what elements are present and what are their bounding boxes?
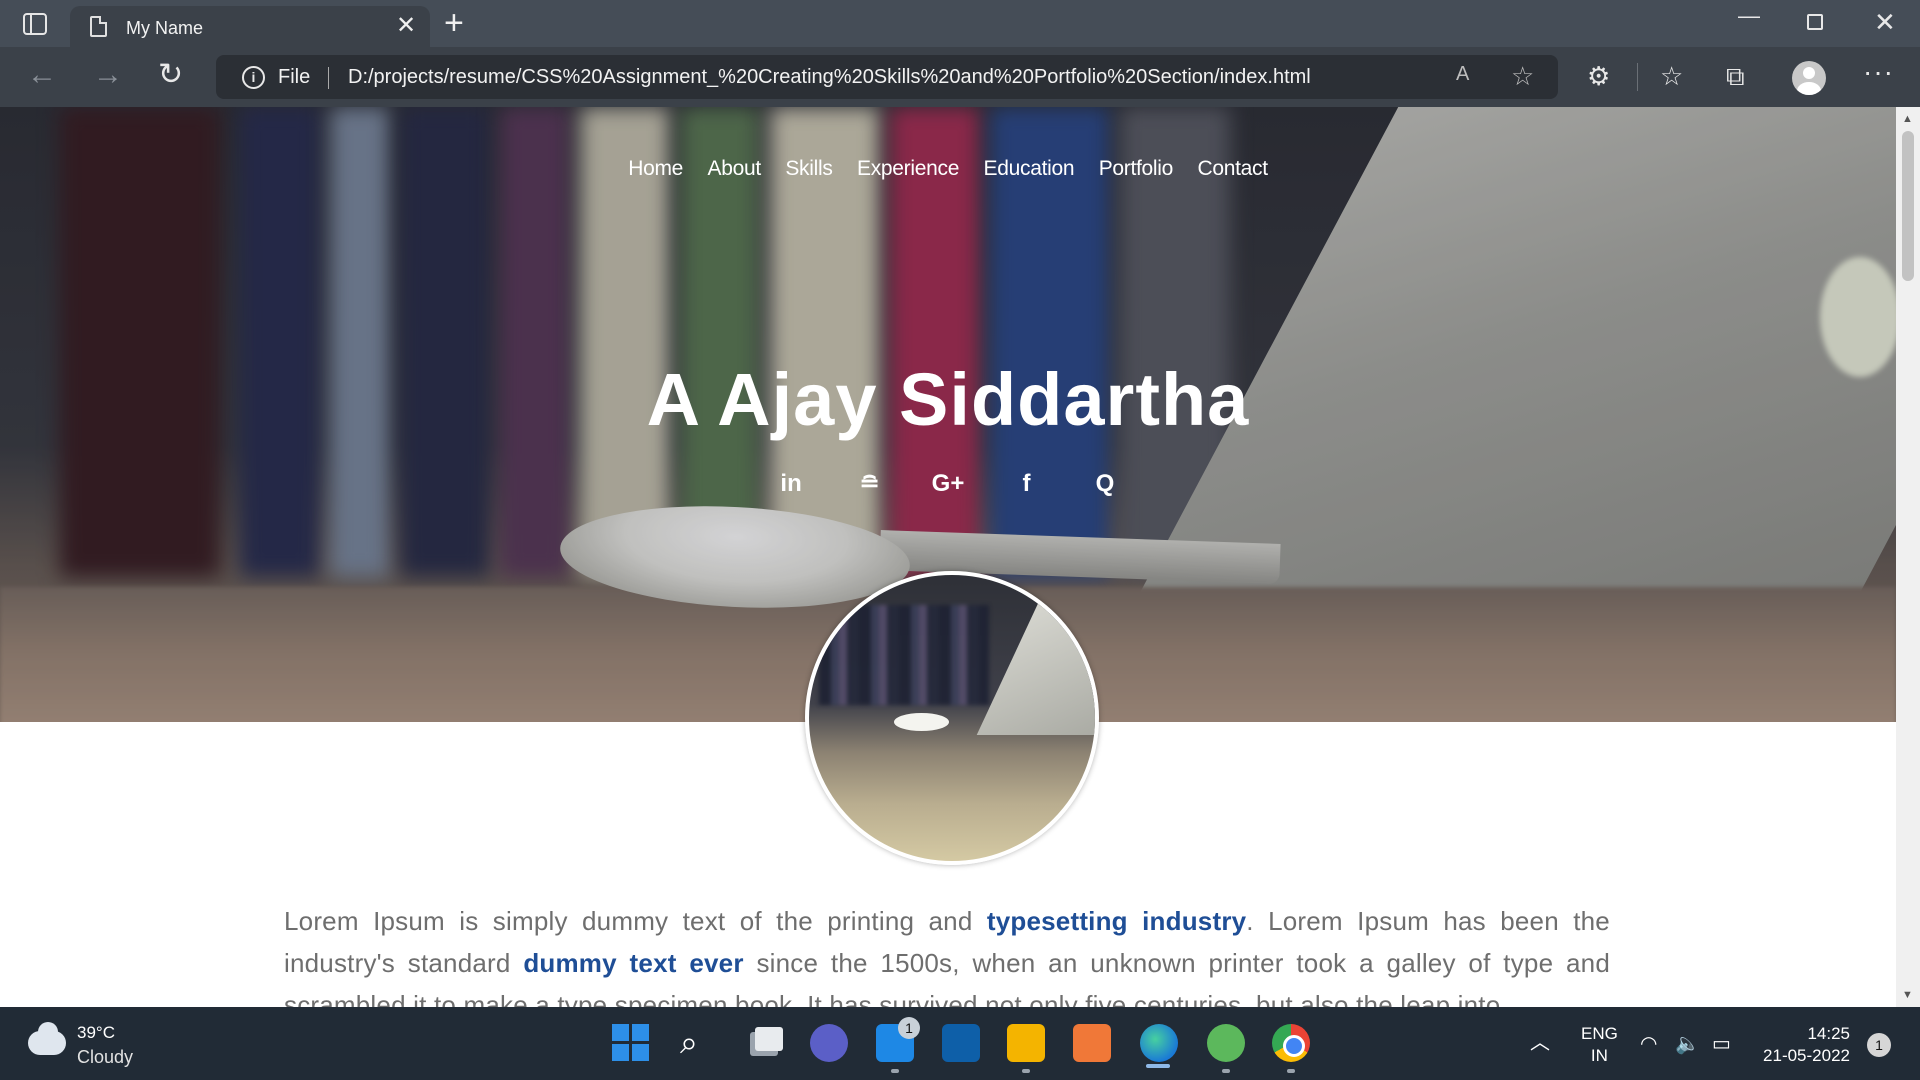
nav-home[interactable]: Home bbox=[628, 157, 683, 181]
file-explorer-icon[interactable] bbox=[1007, 1024, 1045, 1062]
language-indicator[interactable]: ENG IN bbox=[1581, 1023, 1618, 1067]
lang-region: IN bbox=[1590, 1046, 1608, 1065]
weather-temp[interactable]: 39°C bbox=[77, 1023, 115, 1043]
collections-icon[interactable]: ⧉ bbox=[1726, 61, 1745, 91]
nav-contact[interactable]: Contact bbox=[1197, 157, 1268, 181]
profile-avatar[interactable] bbox=[1792, 61, 1826, 95]
laptop-image bbox=[976, 575, 1095, 735]
running-indicator bbox=[1287, 1069, 1295, 1073]
file-label: File bbox=[278, 66, 311, 88]
nav-about[interactable]: About bbox=[708, 157, 762, 181]
bio-text: Lorem Ipsum is simply dummy text of the … bbox=[284, 906, 987, 936]
minimize-icon[interactable]: — bbox=[1738, 4, 1760, 28]
facebook-icon[interactable]: f bbox=[989, 470, 1063, 498]
remote-desktop-icon[interactable] bbox=[942, 1024, 980, 1062]
read-aloud-icon[interactable]: A bbox=[1456, 63, 1469, 86]
nav-skills[interactable]: Skills bbox=[785, 157, 833, 181]
browser-tab[interactable]: My Name ✕ bbox=[70, 6, 430, 47]
social-links: in ≘ G+ f Q bbox=[0, 469, 1896, 498]
chat-icon[interactable] bbox=[810, 1024, 848, 1062]
running-indicator bbox=[1022, 1069, 1030, 1073]
reload-icon[interactable]: ↻ bbox=[158, 60, 183, 90]
page-viewport: Home About Skills Experience Education P… bbox=[0, 107, 1896, 1007]
close-window-icon[interactable]: ✕ bbox=[1874, 9, 1896, 35]
browser-tab-bar: My Name ✕ + — ✕ bbox=[0, 0, 1920, 47]
bio-highlight: typesetting industry bbox=[986, 906, 1247, 936]
weather-condition[interactable]: Cloudy bbox=[77, 1047, 133, 1068]
volume-icon[interactable]: 🔈 bbox=[1675, 1031, 1700, 1056]
add-favorite-icon[interactable]: ☆ bbox=[1511, 61, 1534, 92]
divider bbox=[328, 67, 329, 89]
favorites-icon[interactable]: ☆ bbox=[1660, 61, 1683, 91]
mail-badge: 1 bbox=[898, 1017, 920, 1039]
info-icon[interactable]: i bbox=[242, 66, 265, 89]
more-icon[interactable]: ··· bbox=[1863, 57, 1894, 87]
bio-highlight: dummy text ever bbox=[523, 948, 744, 978]
tab-title: My Name bbox=[126, 18, 204, 38]
chevron-up-icon[interactable]: ︿ bbox=[1530, 1026, 1550, 1055]
media-player-icon[interactable] bbox=[1073, 1024, 1111, 1062]
windows-start-icon[interactable] bbox=[612, 1024, 650, 1062]
taskbar: 39°C Cloudy ⌕ bbox=[0, 1007, 1920, 1080]
utorrent-icon[interactable] bbox=[1207, 1024, 1245, 1062]
divider bbox=[1637, 63, 1638, 91]
close-tab-icon[interactable]: ✕ bbox=[396, 14, 416, 38]
nav-experience[interactable]: Experience bbox=[857, 157, 959, 181]
profile-photo bbox=[805, 571, 1099, 865]
vertical-scrollbar[interactable]: ▲ ▼ bbox=[1896, 107, 1920, 1007]
url-text[interactable]: D:/projects/resume/CSS%20Assignment_%20C… bbox=[348, 66, 1311, 89]
background-image bbox=[819, 605, 989, 705]
page-title: A Ajay Siddartha bbox=[646, 358, 1250, 441]
scroll-up-icon[interactable]: ▲ bbox=[1902, 113, 1913, 125]
start-tile bbox=[632, 1024, 649, 1041]
stackoverflow-icon[interactable]: ≘ bbox=[833, 469, 907, 498]
new-tab-icon[interactable]: + bbox=[444, 6, 464, 40]
restore-icon[interactable] bbox=[1807, 14, 1823, 30]
lang-code: ENG bbox=[1581, 1024, 1618, 1043]
nav-portfolio[interactable]: Portfolio bbox=[1099, 157, 1174, 181]
start-tile bbox=[612, 1024, 629, 1041]
date: 21-05-2022 bbox=[1763, 1046, 1850, 1065]
scroll-down-icon[interactable]: ▼ bbox=[1902, 989, 1913, 1001]
wifi-icon[interactable]: ◠ bbox=[1640, 1031, 1657, 1056]
extensions-icon[interactable]: ⚙ bbox=[1587, 61, 1610, 91]
clock[interactable]: 14:25 21-05-2022 bbox=[1758, 1023, 1850, 1067]
start-tile bbox=[632, 1044, 649, 1061]
notification-badge[interactable]: 1 bbox=[1867, 1033, 1891, 1057]
start-tile bbox=[612, 1044, 629, 1061]
main-nav: Home About Skills Experience Education P… bbox=[0, 157, 1896, 181]
battery-icon[interactable]: ▭ bbox=[1712, 1031, 1731, 1056]
cloud-icon[interactable] bbox=[28, 1022, 66, 1055]
nav-education[interactable]: Education bbox=[984, 157, 1075, 181]
forward-icon[interactable]: → bbox=[93, 60, 123, 90]
running-indicator bbox=[1222, 1069, 1230, 1073]
chrome-icon[interactable] bbox=[1272, 1024, 1310, 1062]
mouse-image bbox=[894, 713, 949, 731]
quora-icon[interactable]: Q bbox=[1068, 470, 1142, 498]
scrollbar-thumb[interactable] bbox=[1902, 131, 1914, 281]
address-toolbar: ← → ↻ i File D:/projects/resume/CSS%20As… bbox=[0, 47, 1920, 107]
task-view-icon[interactable] bbox=[746, 1024, 784, 1062]
active-app-indicator bbox=[1146, 1064, 1170, 1068]
tab-actions-icon[interactable] bbox=[23, 13, 47, 35]
edge-icon[interactable] bbox=[1140, 1024, 1178, 1062]
page-icon bbox=[90, 16, 107, 37]
about-text: Lorem Ipsum is simply dummy text of the … bbox=[284, 900, 1610, 1007]
search-icon[interactable]: ⌕ bbox=[680, 1024, 718, 1062]
google-plus-icon[interactable]: G+ bbox=[911, 470, 985, 498]
linkedin-icon[interactable]: in bbox=[754, 470, 828, 498]
address-bar[interactable]: i File D:/projects/resume/CSS%20Assignme… bbox=[216, 55, 1558, 99]
running-indicator bbox=[891, 1069, 899, 1073]
time: 14:25 bbox=[1807, 1024, 1850, 1043]
back-icon[interactable]: ← bbox=[27, 60, 57, 90]
